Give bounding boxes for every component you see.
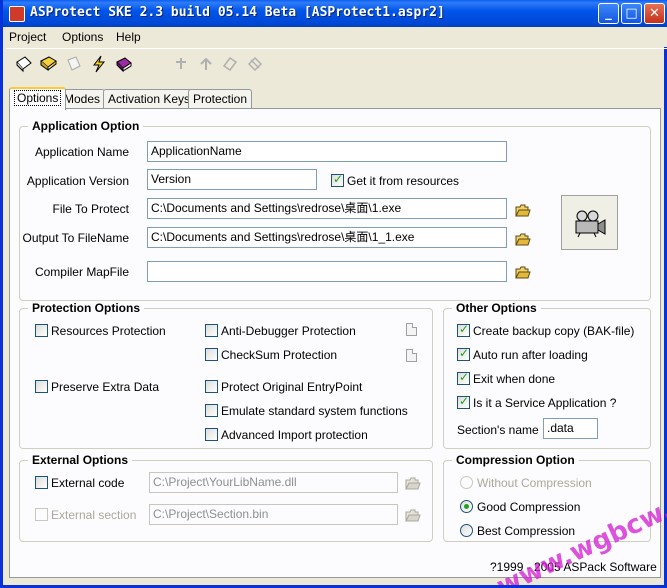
- open-folder-icon[interactable]: [515, 204, 531, 217]
- tab-options[interactable]: Options: [9, 87, 67, 110]
- get-from-resources-label: Get it from resources: [347, 174, 460, 188]
- tab-protection[interactable]: Protection: [188, 89, 253, 109]
- open-project-icon[interactable]: [39, 54, 59, 74]
- without-compression-label: Without Compression: [477, 476, 592, 490]
- protect-run-button[interactable]: [561, 195, 618, 250]
- output-filename-label: Output To FileName: [22, 231, 130, 245]
- external-section-checkbox[interactable]: [35, 508, 48, 521]
- external-options-title: External Options: [28, 453, 133, 467]
- good-compression-radio[interactable]: [460, 500, 473, 513]
- section-name-label: Section's name :: [457, 423, 546, 437]
- service-app-label: Is it a Service Application ?: [473, 396, 617, 410]
- file-to-protect-input[interactable]: C:\Documents and Settings\redrose\桌面\1.e…: [147, 198, 507, 219]
- external-code-label: External code: [51, 476, 125, 490]
- emulate-functions-checkbox[interactable]: [205, 404, 218, 417]
- open-folder-icon[interactable]: [515, 233, 531, 246]
- resources-protection-checkbox[interactable]: [35, 324, 48, 337]
- menu-options[interactable]: Options: [62, 30, 103, 44]
- advanced-import-label: Advanced Import protection: [221, 428, 368, 442]
- anti-debugger-label: Anti-Debugger Protection: [221, 324, 356, 338]
- emulate-functions-label: Emulate standard system functions: [221, 404, 408, 418]
- menu-help[interactable]: Help: [116, 30, 141, 44]
- protect-icon[interactable]: [89, 54, 109, 74]
- options-panel: Application Option Application Name Appl…: [9, 108, 661, 578]
- backup-label: Create backup copy (BAK-file): [473, 324, 635, 338]
- toolbar: [6, 48, 667, 82]
- preserve-extra-data-checkbox[interactable]: [35, 380, 48, 393]
- protect-entry-checkbox[interactable]: [205, 380, 218, 393]
- app-version-label: Application Version: [26, 174, 129, 188]
- document-icon[interactable]: [406, 349, 417, 362]
- external-section-path-input[interactable]: C:\Project\Section.bin: [149, 504, 398, 525]
- copyright-text: ?1999 - 2005 ASPack Software: [490, 560, 657, 574]
- camera-icon: [575, 210, 606, 238]
- help-book-icon[interactable]: [114, 54, 134, 74]
- best-compression-label: Best Compression: [477, 524, 576, 538]
- document-icon[interactable]: [406, 323, 417, 336]
- backup-checkbox[interactable]: [457, 322, 470, 337]
- advanced-import-checkbox[interactable]: [205, 428, 218, 441]
- external-section-label: External section: [51, 508, 137, 522]
- compression-option-title: Compression Option: [452, 453, 579, 467]
- move-up-icon[interactable]: [171, 54, 191, 74]
- protect-entry-label: Protect Original EntryPoint: [221, 380, 363, 394]
- tab-options-label: Options: [14, 90, 62, 106]
- add-icon[interactable]: [220, 54, 240, 74]
- get-from-resources-checkbox[interactable]: [331, 172, 344, 187]
- app-name-label: Application Name: [34, 145, 129, 159]
- main-window: ASProtect SKE 2.3 build 05.14 Beta [ASPr…: [0, 0, 667, 588]
- close-button[interactable]: ✕: [644, 3, 665, 24]
- app-icon: [9, 6, 25, 22]
- external-code-path-input[interactable]: C:\Project\YourLibName.dll: [149, 472, 398, 493]
- move-down-icon[interactable]: [196, 54, 216, 74]
- external-code-checkbox[interactable]: [35, 476, 48, 489]
- exit-when-done-checkbox[interactable]: [457, 370, 470, 385]
- open-folder-icon[interactable]: [405, 509, 421, 522]
- mapfile-input[interactable]: [147, 261, 507, 282]
- open-folder-icon[interactable]: [515, 266, 531, 279]
- new-project-icon[interactable]: [14, 54, 34, 74]
- application-option-title: Application Option: [28, 119, 144, 133]
- tab-activation-keys[interactable]: Activation Keys: [103, 89, 196, 109]
- preserve-extra-data-label: Preserve Extra Data: [51, 380, 160, 394]
- protection-options-title: Protection Options: [28, 301, 144, 315]
- maximize-button[interactable]: □: [621, 3, 642, 24]
- file-to-protect-label: File To Protect: [52, 202, 129, 216]
- section-name-input[interactable]: .data: [543, 418, 598, 439]
- checksum-checkbox[interactable]: [205, 348, 218, 361]
- window-title: ASProtect SKE 2.3 build 05.14 Beta [ASPr…: [30, 5, 445, 20]
- app-name-input[interactable]: ApplicationName: [147, 141, 507, 162]
- other-options-title: Other Options: [452, 301, 541, 315]
- menu-bar: Project Options Help: [6, 27, 667, 47]
- anti-debugger-checkbox[interactable]: [205, 324, 218, 337]
- save-project-icon[interactable]: [64, 54, 84, 74]
- checksum-label: CheckSum Protection: [221, 348, 338, 362]
- output-filename-input[interactable]: C:\Documents and Settings\redrose\桌面\1_1…: [147, 227, 507, 248]
- app-version-input[interactable]: Version: [147, 169, 317, 190]
- open-folder-icon[interactable]: [405, 477, 421, 490]
- remove-icon[interactable]: [245, 54, 265, 74]
- service-app-checkbox[interactable]: [457, 394, 470, 409]
- good-compression-label: Good Compression: [477, 500, 581, 514]
- menu-project[interactable]: Project: [9, 30, 46, 44]
- without-compression-radio[interactable]: [460, 476, 473, 489]
- best-compression-radio[interactable]: [460, 524, 473, 537]
- mapfile-label: Compiler MapFile: [34, 265, 129, 279]
- title-bar[interactable]: ASProtect SKE 2.3 build 05.14 Beta [ASPr…: [3, 0, 667, 27]
- resources-protection-label: Resources Protection: [51, 324, 166, 338]
- minimize-button[interactable]: _: [598, 3, 619, 24]
- auto-run-checkbox[interactable]: [457, 346, 470, 361]
- auto-run-label: Auto run after loading: [473, 348, 588, 362]
- exit-when-done-label: Exit when done: [473, 372, 556, 386]
